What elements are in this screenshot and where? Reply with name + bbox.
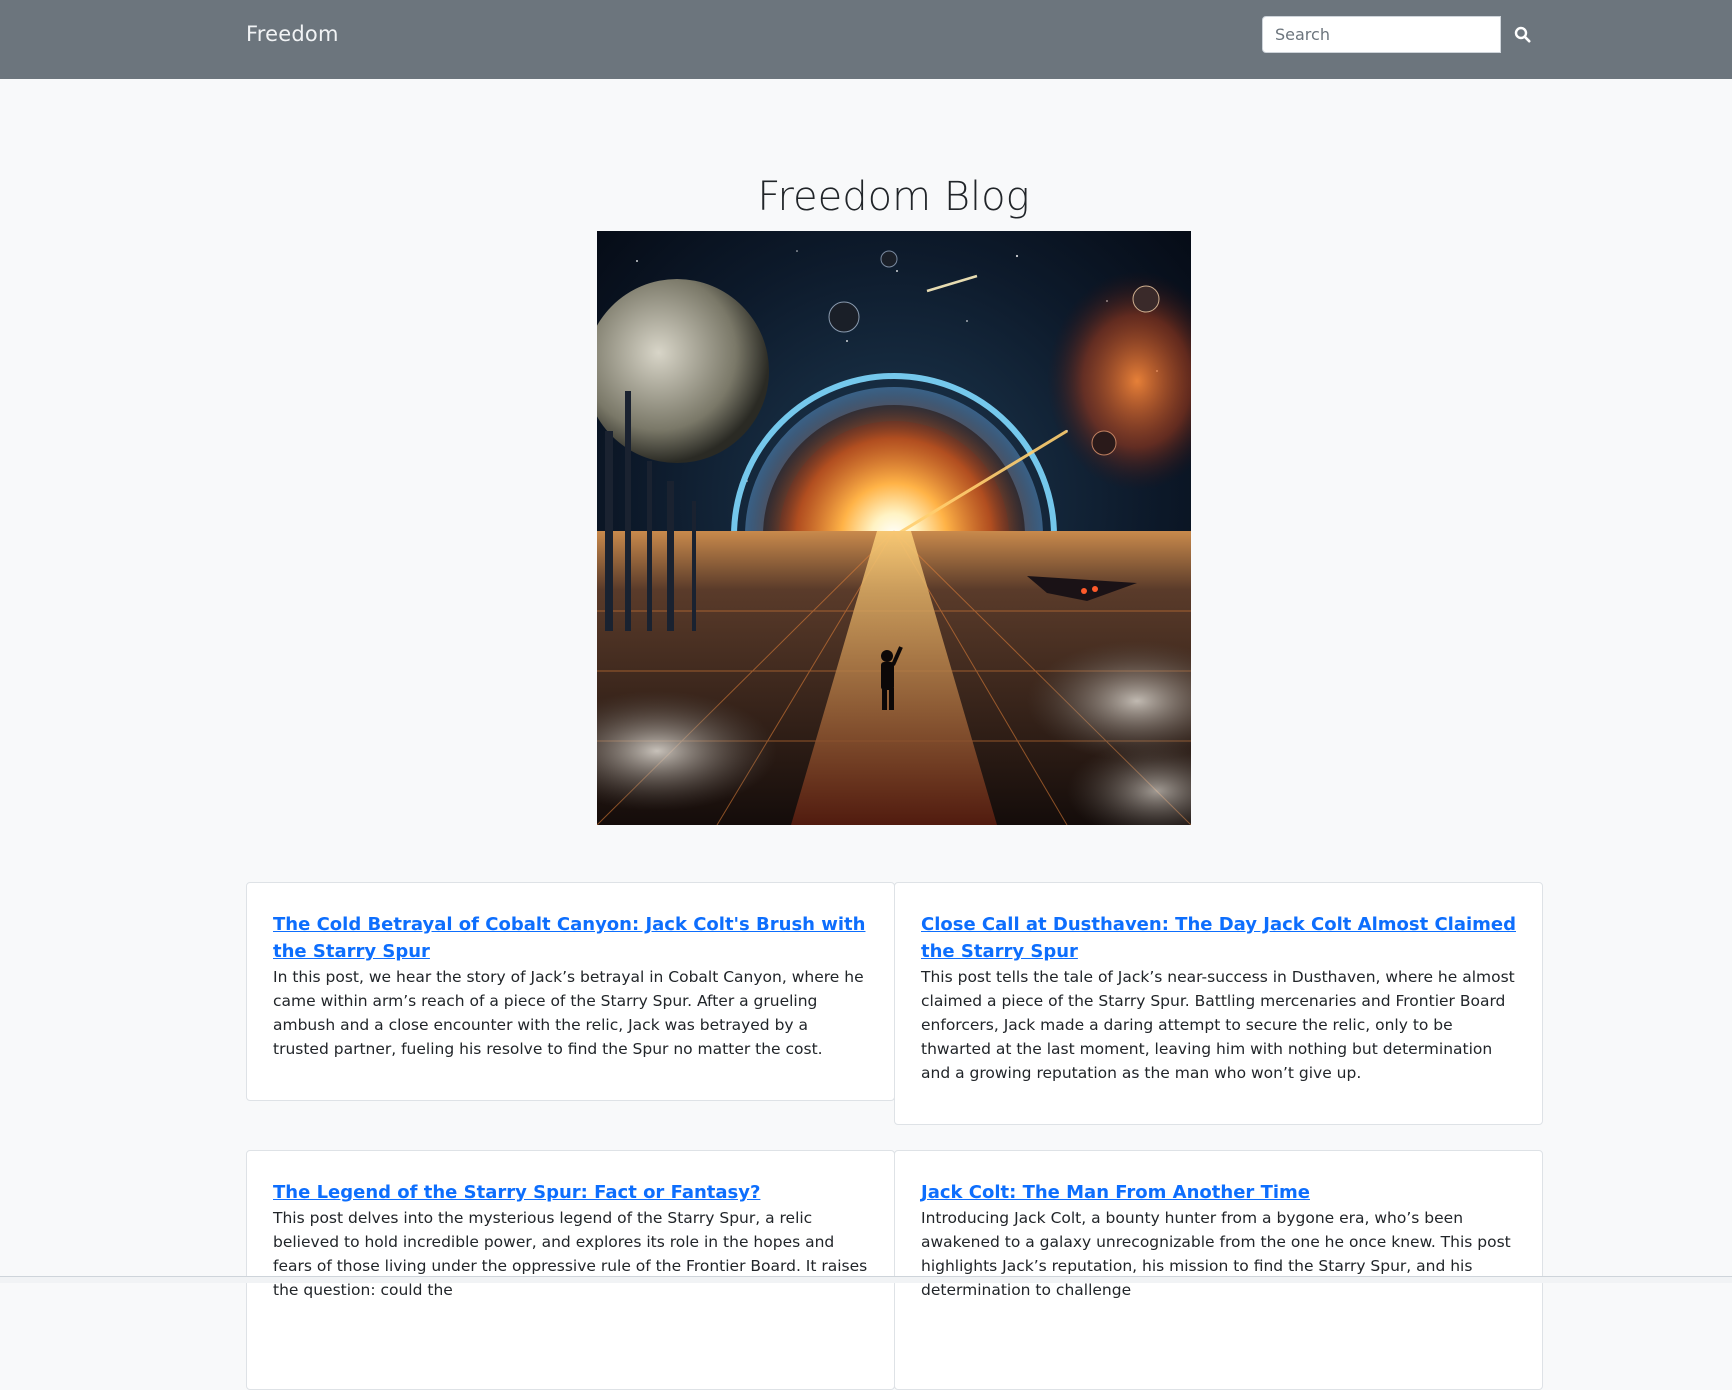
window-bottom-edge: [0, 1276, 1732, 1283]
post-summary: Introducing Jack Colt, a bounty hunter f…: [921, 1209, 1511, 1299]
post-title-link[interactable]: Jack Colt: The Man From Another Time: [921, 1179, 1516, 1206]
post-title-link[interactable]: The Legend of the Starry Spur: Fact or F…: [273, 1179, 868, 1206]
post-title-link[interactable]: The Cold Betrayal of Cobalt Canyon: Jack…: [273, 911, 868, 965]
post-card: The Cold Betrayal of Cobalt Canyon: Jack…: [246, 882, 895, 1101]
post-card: The Legend of the Starry Spur: Fact or F…: [246, 1150, 895, 1390]
post-summary: This post delves into the mysterious leg…: [273, 1209, 868, 1299]
search-icon: [1514, 26, 1530, 43]
post-summary: This post tells the tale of Jack’s near-…: [921, 968, 1515, 1082]
search-form: [1262, 16, 1543, 53]
navbar: Freedom: [0, 0, 1732, 79]
post-summary: In this post, we hear the story of Jack’…: [273, 968, 864, 1058]
brand-link[interactable]: Freedom: [246, 22, 339, 46]
search-input[interactable]: [1262, 16, 1501, 53]
search-button[interactable]: [1501, 16, 1543, 53]
post-card: Close Call at Dusthaven: The Day Jack Co…: [894, 882, 1543, 1125]
post-card: Jack Colt: The Man From Another Time Int…: [894, 1150, 1543, 1390]
hero-image: [597, 231, 1191, 825]
page-title: Freedom Blog: [757, 174, 1030, 220]
post-title-link[interactable]: Close Call at Dusthaven: The Day Jack Co…: [921, 911, 1516, 965]
